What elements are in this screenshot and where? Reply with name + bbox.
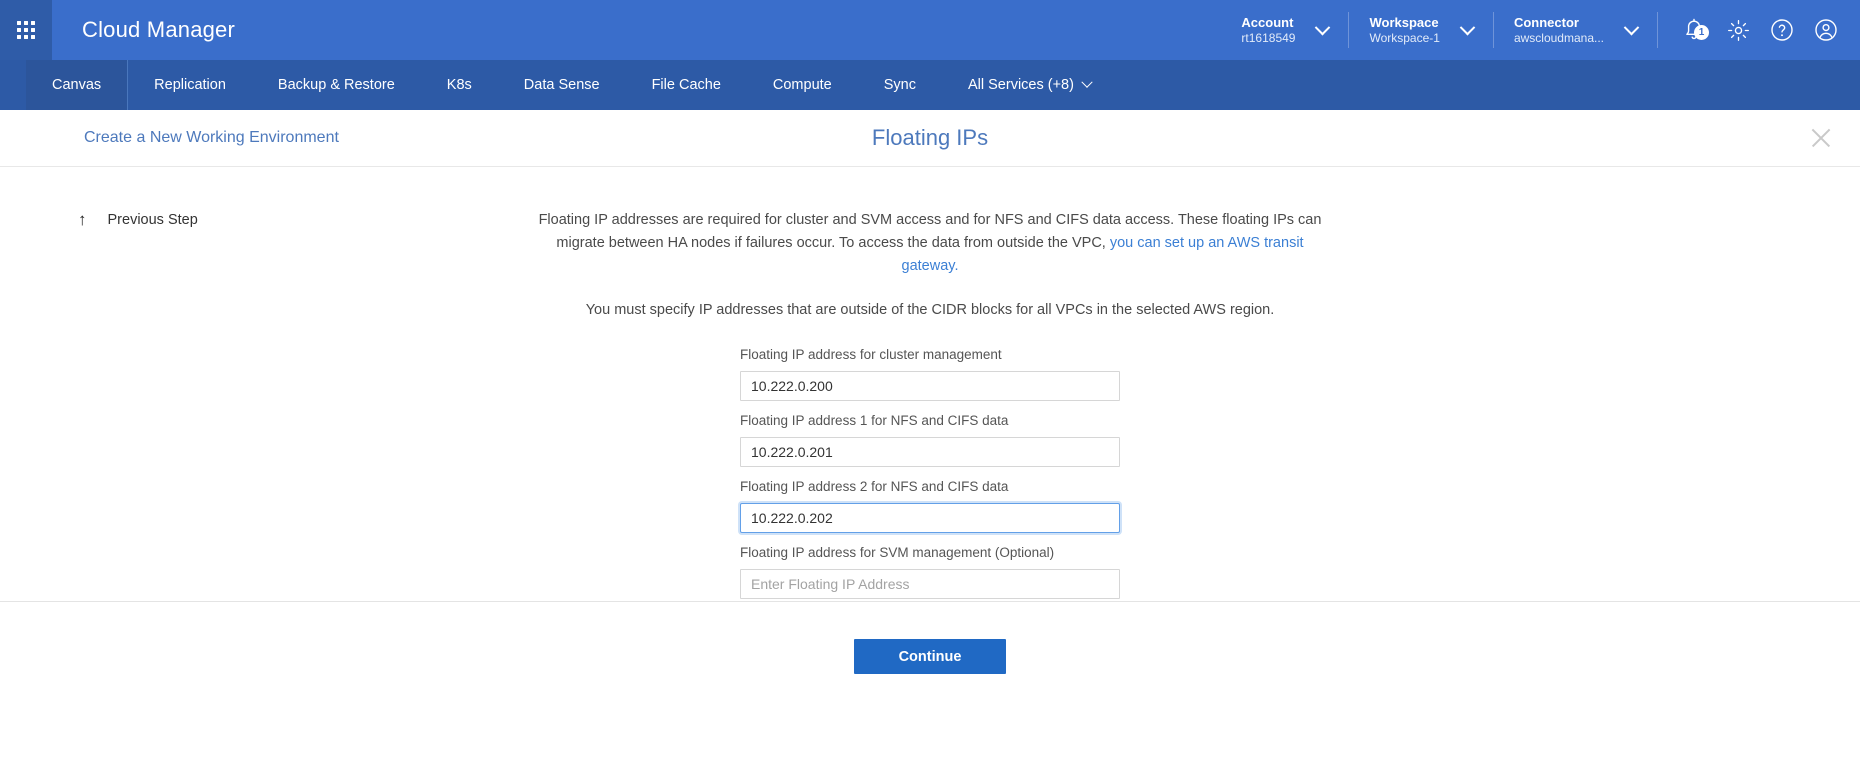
- chevron-down-icon: [1459, 19, 1476, 35]
- account-selector[interactable]: Account rt1618549: [1221, 8, 1348, 52]
- field-group-nfs-cifs-2: Floating IP address 2 for NFS and CIFS d…: [740, 478, 1120, 533]
- main-navigation-bar: Canvas Replication Backup & Restore K8s …: [0, 60, 1860, 110]
- nav-item-compute[interactable]: Compute: [747, 60, 858, 110]
- cluster-management-ip-input[interactable]: [740, 371, 1120, 401]
- page-content: ↑ Previous Step Floating IP addresses ar…: [0, 167, 1860, 717]
- nav-label: K8s: [446, 77, 472, 93]
- nav-label: Replication: [154, 77, 226, 93]
- apps-launcher-button[interactable]: [0, 0, 52, 60]
- nav-item-data-sense[interactable]: Data Sense: [498, 60, 626, 110]
- nav-item-k8s[interactable]: K8s: [421, 60, 498, 110]
- connector-label: Connector: [1513, 14, 1579, 30]
- user-avatar-icon: [1815, 19, 1837, 41]
- divider: [1657, 12, 1658, 48]
- nav-label: Compute: [772, 77, 832, 93]
- previous-step-label: Previous Step: [107, 211, 198, 228]
- notification-count-badge: 1: [1694, 25, 1709, 40]
- account-label: Account: [1241, 14, 1294, 30]
- arrow-up-icon: ↑: [78, 210, 87, 229]
- chevron-down-icon: [1623, 19, 1640, 35]
- nav-item-sync[interactable]: Sync: [858, 60, 942, 110]
- brand-title: Cloud Manager: [82, 17, 236, 42]
- field-label: Floating IP address 2 for NFS and CIFS d…: [740, 479, 1009, 494]
- nav-label: Backup & Restore: [277, 77, 395, 93]
- nfs-cifs-ip-1-input[interactable]: [740, 437, 1120, 467]
- nfs-cifs-ip-2-input[interactable]: [740, 503, 1120, 533]
- help-button[interactable]: [1760, 0, 1804, 60]
- svm-management-ip-input[interactable]: [740, 569, 1120, 599]
- notifications-button[interactable]: 1: [1672, 0, 1716, 60]
- field-label: Floating IP address for SVM management (…: [740, 545, 1055, 560]
- nav-item-canvas[interactable]: Canvas: [26, 60, 129, 110]
- nav-left-spacer: [0, 60, 26, 110]
- chevron-down-icon: [1081, 76, 1093, 88]
- account-value: rt1618549: [1241, 30, 1296, 45]
- description-paragraph-2: You must specify IP addresses that are o…: [585, 302, 1275, 318]
- nav-item-all-services[interactable]: All Services (+8): [942, 60, 1117, 110]
- header-right-cluster: Account rt1618549 Workspace Workspace-1 …: [1221, 0, 1860, 60]
- nav-label: Canvas: [52, 77, 102, 93]
- grid-apps-icon: [17, 21, 35, 39]
- close-icon[interactable]: [1806, 123, 1836, 153]
- field-label: Floating IP address for cluster manageme…: [740, 347, 1002, 362]
- workspace-value: Workspace-1: [1369, 30, 1440, 45]
- field-group-cluster-management: Floating IP address for cluster manageme…: [740, 346, 1120, 401]
- user-account-button[interactable]: [1804, 0, 1848, 60]
- workspace-selector[interactable]: Workspace Workspace-1: [1349, 8, 1492, 52]
- field-group-svm-management: Floating IP address for SVM management (…: [740, 544, 1120, 599]
- nav-label: File Cache: [651, 77, 721, 93]
- description-paragraph-1: Floating IP addresses are required for c…: [535, 209, 1325, 278]
- connector-selector[interactable]: Connector awscloudmana...: [1494, 8, 1657, 52]
- breadcrumb[interactable]: Create a New Working Environment: [84, 129, 339, 147]
- top-header-bar: Cloud Manager Account rt1618549 Workspac…: [0, 0, 1860, 60]
- page-footer: Continue: [0, 601, 1860, 717]
- settings-button[interactable]: [1716, 0, 1760, 60]
- page-header: Create a New Working Environment Floatin…: [0, 110, 1860, 167]
- nav-label: Data Sense: [523, 77, 600, 93]
- continue-button[interactable]: Continue: [854, 639, 1006, 674]
- connector-value: awscloudmana...: [1513, 30, 1604, 45]
- chevron-down-icon: [1315, 19, 1331, 35]
- gear-icon: [1727, 19, 1749, 41]
- previous-step-button[interactable]: ↑ Previous Step: [78, 211, 198, 228]
- floating-ip-fields: Floating IP address for cluster manageme…: [740, 322, 1120, 599]
- nav-item-replication[interactable]: Replication: [128, 60, 252, 110]
- field-group-nfs-cifs-1: Floating IP address 1 for NFS and CIFS d…: [740, 412, 1120, 467]
- nav-label: Sync: [883, 77, 916, 93]
- field-label: Floating IP address 1 for NFS and CIFS d…: [740, 413, 1009, 428]
- nav-label: All Services (+8): [967, 77, 1074, 93]
- nav-item-file-cache[interactable]: File Cache: [626, 60, 747, 110]
- help-icon: [1771, 19, 1793, 41]
- workspace-label: Workspace: [1369, 14, 1439, 30]
- nav-item-backup-restore[interactable]: Backup & Restore: [252, 60, 421, 110]
- form-container: Floating IP addresses are required for c…: [535, 167, 1325, 599]
